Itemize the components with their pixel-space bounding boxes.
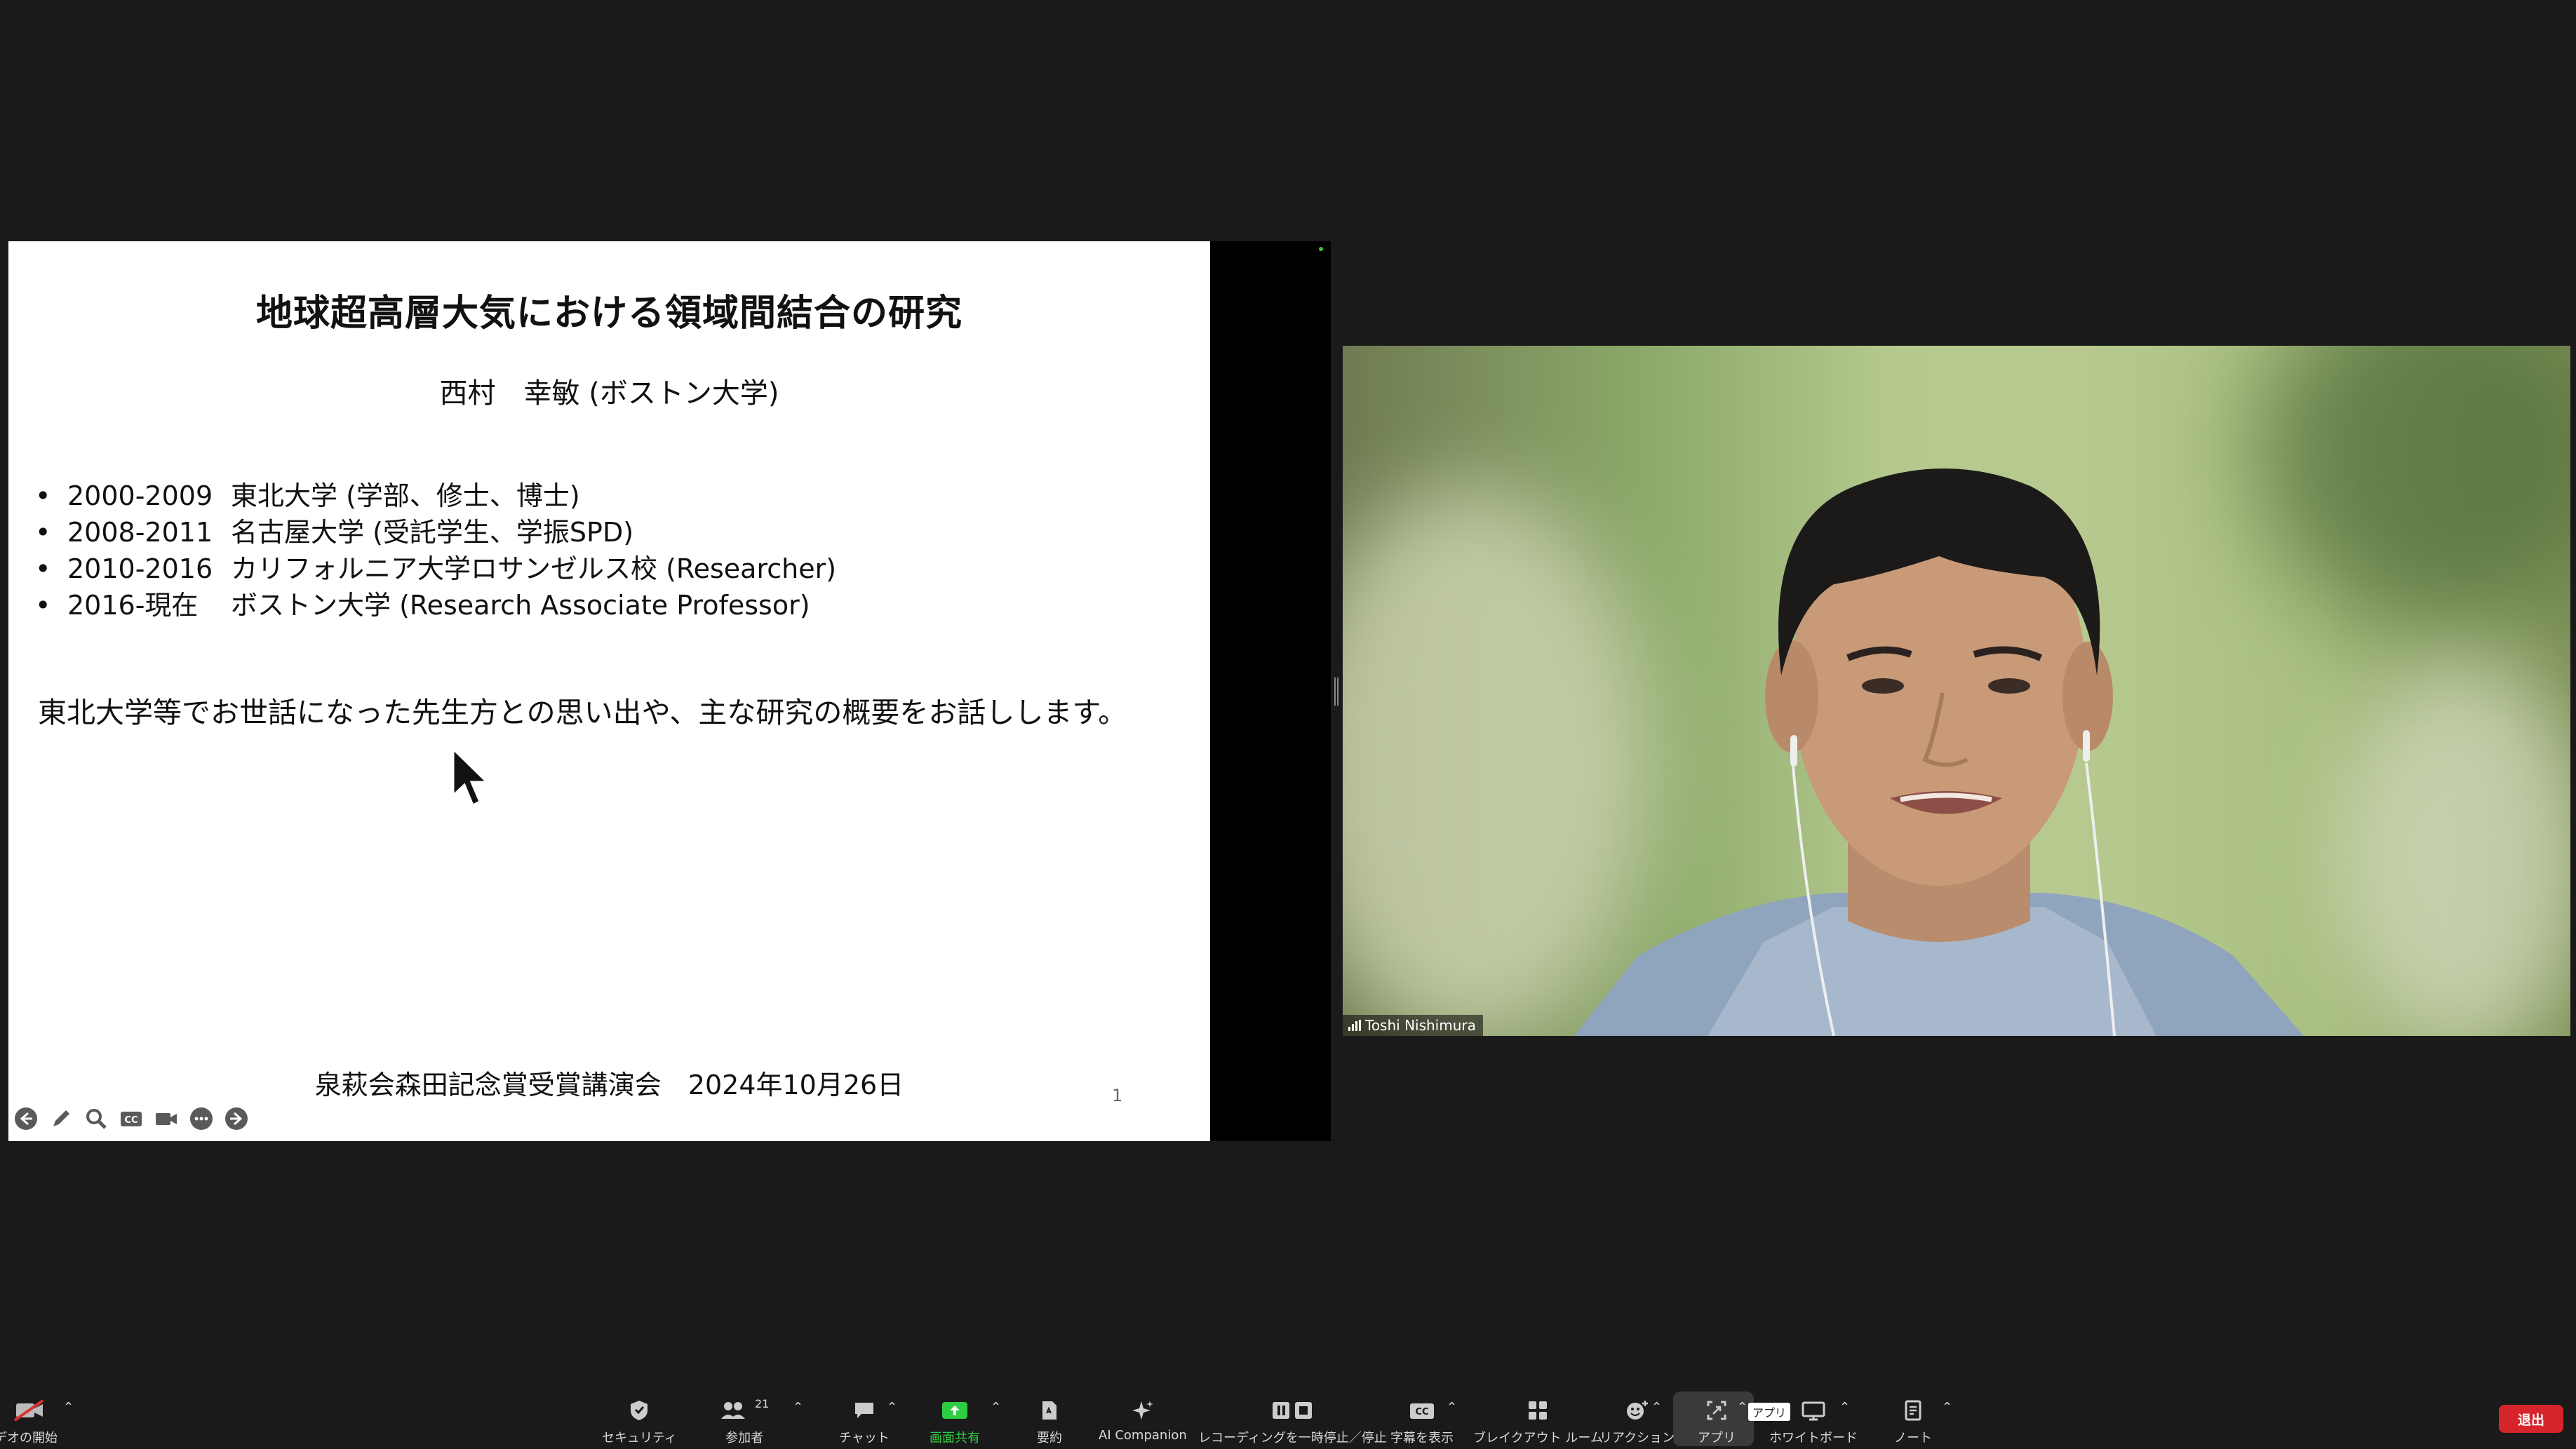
list-item: 2008-2011 名古屋大学 (受託学生、学振SPD): [29, 514, 836, 551]
apps-icon: [1705, 1397, 1728, 1424]
sparkle-icon: [1132, 1397, 1154, 1424]
participants-count: 21: [755, 1397, 770, 1410]
notes-label: ノート: [1894, 1431, 1932, 1445]
participant-video-image: [1574, 469, 2304, 1036]
pause-stop-icon: [1270, 1397, 1315, 1424]
zoom-icon[interactable]: [84, 1107, 108, 1131]
breakout-rooms-label: ブレイクアウト ルーム: [1473, 1431, 1603, 1445]
captions-icon: CC: [1408, 1397, 1436, 1424]
bullet-text: ボストン大学 (Research Associate Professor): [231, 590, 810, 621]
summary-icon: [1038, 1397, 1061, 1424]
shared-screen: 地球超高層大気における領域間結合の研究 西村 幸敏 (ボストン大学) 2000-…: [8, 241, 1331, 1141]
slide-footer: 泉萩会森田記念賞受賞講演会 2024年10月26日: [314, 1070, 904, 1100]
signal-strength-icon: [1348, 1020, 1361, 1031]
recording-label: レコーディングを一時停止／停止: [1198, 1431, 1387, 1445]
slide-author: 西村 幸敏 (ボストン大学): [439, 377, 779, 410]
slide-page-number: 1: [1112, 1086, 1123, 1105]
captions-icon[interactable]: CC: [119, 1107, 143, 1131]
chevron-up-icon[interactable]: ⌃: [63, 1400, 74, 1415]
whiteboard-label: ホワイトボード: [1769, 1431, 1858, 1445]
chevron-up-icon[interactable]: ⌃: [1447, 1400, 1457, 1415]
share-screen-label: 画面共有: [930, 1431, 980, 1445]
emoji-plus-icon: [1625, 1397, 1650, 1424]
summary-button[interactable]: 要約: [1037, 1397, 1062, 1446]
more-icon[interactable]: [189, 1107, 213, 1131]
reactions-label: リアクション: [1599, 1431, 1675, 1445]
participant-name-tag: Toshi Nishimura: [1343, 1015, 1483, 1036]
apps-tooltip: アプリ: [1748, 1403, 1791, 1421]
list-item: 2000-2009 東北大学 (学部、修士、博士): [29, 478, 836, 514]
captions-button[interactable]: CC 字幕を表示: [1390, 1397, 1454, 1446]
chevron-up-icon[interactable]: ⌃: [1651, 1400, 1662, 1415]
leave-button[interactable]: 退出: [2499, 1405, 2563, 1433]
bullet-years: 2000-2009: [67, 480, 213, 511]
slide-body-text: 東北大学等でお世話になった先生方との思い出や、主な研究の概要をお話しします。: [38, 696, 1127, 729]
participant-name: Toshi Nishimura: [1365, 1017, 1476, 1034]
next-icon[interactable]: [224, 1107, 248, 1131]
list-item: 2010-2016 カリフォルニア大学ロサンゼルス校 (Researcher): [29, 551, 836, 587]
svg-text:CC: CC: [124, 1115, 137, 1126]
chevron-up-icon[interactable]: ⌃: [991, 1400, 1001, 1415]
svg-text:CC: CC: [1415, 1407, 1428, 1417]
prev-icon[interactable]: [14, 1107, 38, 1131]
chat-button[interactable]: チャット: [839, 1397, 890, 1446]
share-indicator-dot: [1319, 247, 1323, 251]
chevron-up-icon[interactable]: ⌃: [1839, 1400, 1850, 1415]
participants-icon: 21: [720, 1397, 769, 1424]
bullet-years: 2008-2011: [67, 517, 213, 548]
meeting-toolbar: ビデオの開始 ⌃ セキュリティ 21 参加者 ⌃ チャット ⌃ 画面共有 ⌃ 要…: [0, 1389, 2576, 1449]
start-video-label: ビデオの開始: [0, 1431, 58, 1445]
bullet-years: 2010-2016: [67, 553, 213, 584]
video-off-icon: [12, 1397, 46, 1424]
captions-label: 字幕を表示: [1390, 1431, 1454, 1445]
slide-bullet-list: 2000-2009 東北大学 (学部、修士、博士) 2008-2011 名古屋大学 …: [29, 478, 836, 624]
list-item: 2016-現在 ボストン大学 (Research Associate Profes…: [29, 587, 836, 624]
chat-icon: [853, 1397, 876, 1424]
resize-handle[interactable]: [1334, 678, 1339, 706]
presentation-slide: 地球超高層大気における領域間結合の研究 西村 幸敏 (ボストン大学) 2000-…: [8, 241, 1210, 1141]
security-label: セキュリティ: [602, 1431, 677, 1445]
start-video-button[interactable]: ビデオの開始: [0, 1397, 58, 1446]
slide-title: 地球超高層大気における領域間結合の研究: [255, 292, 962, 335]
participant-video-tile[interactable]: Toshi Nishimura: [1343, 346, 2570, 1036]
recording-button[interactable]: レコーディングを一時停止／停止: [1198, 1397, 1387, 1446]
mouse-cursor-icon: [452, 746, 490, 807]
chevron-up-icon[interactable]: ⌃: [793, 1400, 803, 1415]
camera-icon[interactable]: [154, 1107, 178, 1131]
reactions-button[interactable]: リアクション: [1599, 1397, 1675, 1446]
bullet-text: 名古屋大学 (受託学生、学振SPD): [231, 517, 634, 548]
chevron-up-icon[interactable]: ⌃: [887, 1400, 897, 1415]
chevron-up-icon[interactable]: ⌃: [1942, 1400, 1952, 1415]
share-screen-button[interactable]: 画面共有: [930, 1397, 980, 1446]
participants-button[interactable]: 21 参加者: [720, 1397, 769, 1446]
bullet-text: カリフォルニア大学ロサンゼルス校 (Researcher): [231, 553, 837, 584]
notes-button[interactable]: ノート: [1894, 1397, 1932, 1446]
chevron-up-icon[interactable]: ⌃: [1737, 1400, 1747, 1415]
bullet-years: 2016-現在: [67, 590, 199, 621]
apps-label: アプリ: [1698, 1431, 1736, 1445]
chat-label: チャット: [839, 1431, 890, 1445]
grid-icon: [1527, 1397, 1549, 1424]
shield-icon: [628, 1397, 650, 1424]
apps-button[interactable]: アプリ: [1698, 1397, 1736, 1446]
participants-label: 参加者: [725, 1431, 764, 1445]
share-screen-icon: [941, 1397, 969, 1424]
breakout-rooms-button[interactable]: ブレイクアウト ルーム: [1473, 1397, 1603, 1446]
ai-companion-label: AI Companion: [1099, 1428, 1187, 1443]
security-button[interactable]: セキュリティ: [602, 1397, 677, 1446]
summary-label: 要約: [1037, 1431, 1062, 1445]
ai-companion-button[interactable]: AI Companion: [1099, 1397, 1187, 1443]
presenter-controls: CC: [14, 1107, 248, 1131]
bullet-text: 東北大学 (学部、修士、博士): [231, 480, 580, 511]
pen-icon[interactable]: [49, 1107, 73, 1131]
whiteboard-icon: [1801, 1397, 1826, 1424]
notes-icon: [1902, 1397, 1924, 1424]
